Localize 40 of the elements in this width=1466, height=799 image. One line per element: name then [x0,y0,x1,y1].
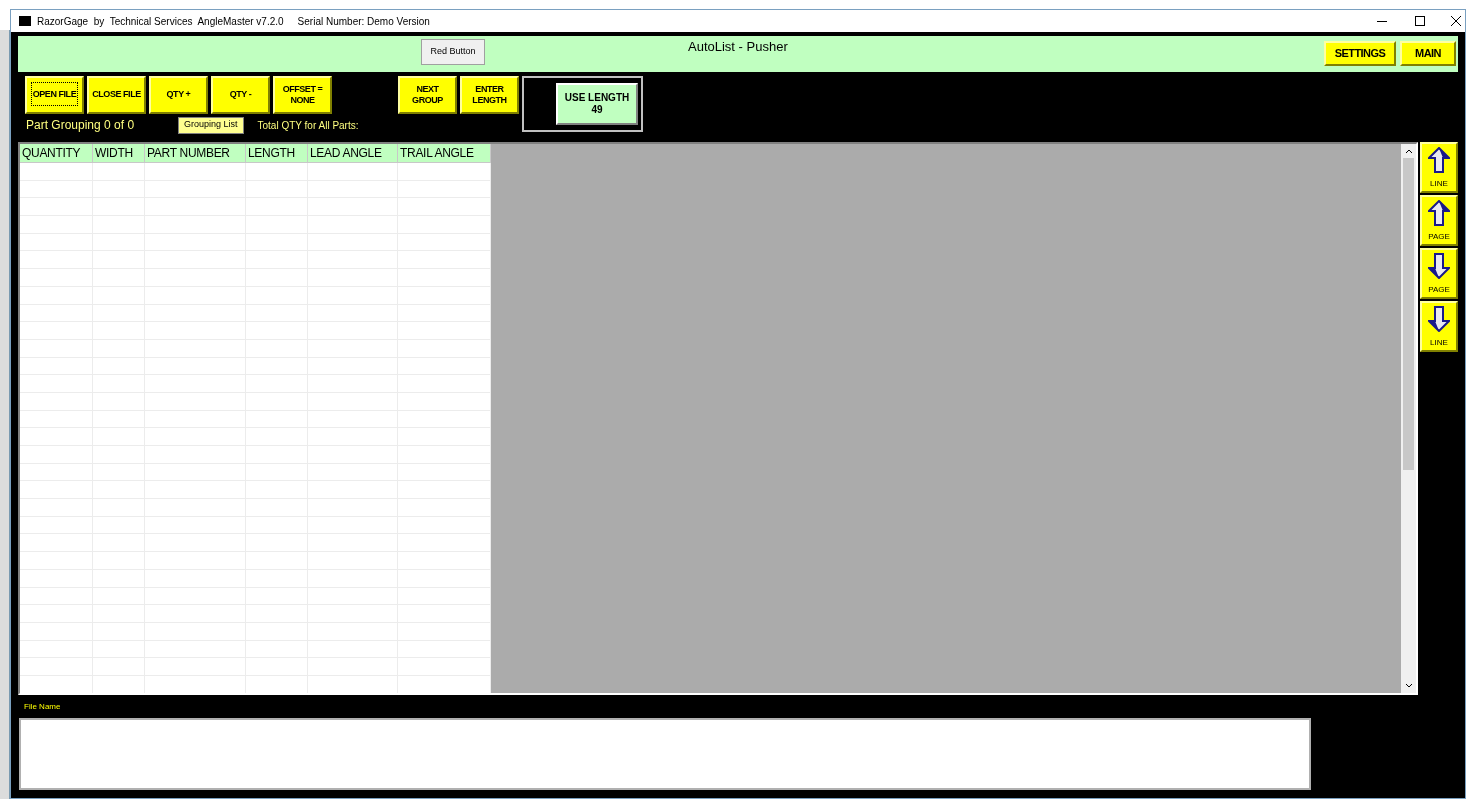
maximize-icon[interactable] [1415,16,1425,26]
file-name-label: File Name [24,701,62,713]
settings-button[interactable]: SETTINGS [1324,41,1396,66]
use-length-button[interactable]: USE LENGTH 49 [556,83,638,125]
part-grouping-label: Part Grouping 0 of 0 [26,117,136,134]
vertical-scrollbar[interactable] [1401,144,1416,693]
main-button[interactable]: MAIN [1400,41,1456,66]
column-header[interactable]: TRAIL ANGLE [398,144,491,162]
toolbar-button[interactable]: QTY + [149,76,208,114]
window-title: RazorGage by Technical Services AngleMaster v7.2.0 [37,14,284,29]
scroll-nav-button[interactable]: LINE [1420,142,1458,193]
toolbar-button[interactable]: NEXT GROUP [398,76,457,114]
screen-title: AutoList - Pusher [688,38,788,56]
up-arrow-icon [1428,200,1450,226]
toolbar-button[interactable]: CLOSE FILE [87,76,146,114]
column-header[interactable]: QUANTITY [20,144,93,162]
toolbar-button[interactable]: OFFSET = NONE [273,76,332,114]
toolbar-button[interactable]: OPEN FILE [25,76,84,114]
scroll-nav-button[interactable]: PAGE [1420,248,1458,299]
scroll-down-icon[interactable] [1404,683,1413,689]
header-button[interactable]: Red Button [421,39,485,65]
down-arrow-icon [1428,253,1450,279]
column-header[interactable]: LEAD ANGLE [308,144,398,162]
close-icon[interactable] [1451,16,1461,26]
column-header[interactable]: LENGTH [246,144,308,162]
down-arrow-icon [1428,306,1450,332]
file-name-field[interactable] [19,718,1311,790]
serial-number: Serial Number: Demo Version [297,14,430,29]
toolbar-button[interactable]: ENTER LENGTH [460,76,519,114]
scroll-up-icon[interactable] [1404,148,1413,154]
column-header[interactable]: WIDTH [93,144,145,162]
scroll-nav-button[interactable]: LINE [1420,301,1458,352]
app-logo-icon [19,16,31,26]
grouping-list-button[interactable]: Grouping List [178,116,244,134]
minimize-icon[interactable] [1377,20,1387,22]
up-arrow-icon [1428,147,1450,173]
total-qty-label: Total QTY for All Parts: [257,118,359,133]
column-header[interactable]: PART NUMBER [145,144,246,162]
scroll-nav-button[interactable]: PAGE [1420,195,1458,246]
toolbar-button[interactable]: QTY - [211,76,270,114]
